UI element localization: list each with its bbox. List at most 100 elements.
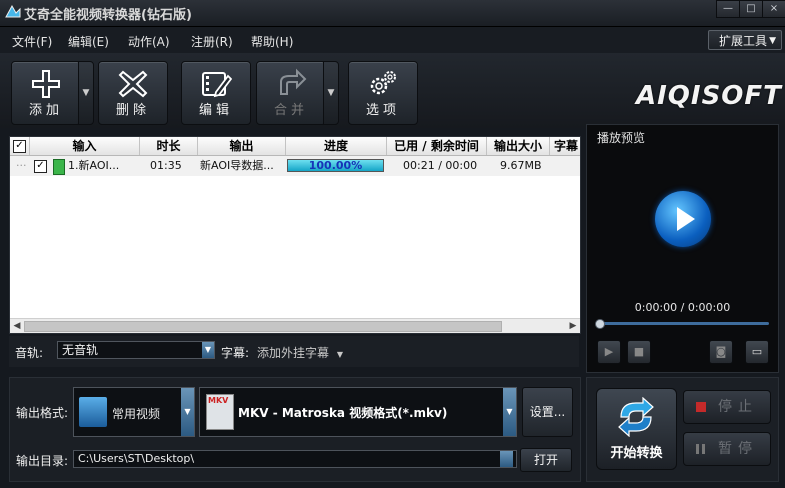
- delete-button[interactable]: 删除: [98, 61, 168, 125]
- close-button[interactable]: ×: [762, 0, 785, 18]
- brand-logo: AIQISOFT: [636, 81, 782, 111]
- menu-help[interactable]: 帮助(H): [251, 33, 293, 50]
- file-list: ✓ 输入 时长 输出 进度 已用 / 剩余时间 输出大小 字幕 ··· ✓ 1.…: [9, 136, 581, 334]
- pause-icon: [696, 444, 699, 454]
- add-label: 添加: [28, 103, 63, 118]
- subtitle-dropdown[interactable]: 添加外挂字幕 ▼: [257, 344, 343, 361]
- control-panel: 开始转换 停止 暂停: [586, 377, 779, 482]
- menu-file[interactable]: 文件(F): [12, 33, 52, 50]
- merge-dropdown-arrow[interactable]: ▼: [323, 61, 339, 125]
- maximize-button[interactable]: □: [739, 0, 763, 18]
- preview-time: 0:00:00 / 0:00:00: [634, 301, 731, 314]
- row-output: 新AOI导数据...: [200, 159, 274, 172]
- select-all-cell[interactable]: ✓: [10, 137, 30, 155]
- col-duration[interactable]: 时长: [140, 137, 198, 155]
- audio-subtitle-bar: 音轨: 无音轨 ▼ 字幕: 添加外挂字幕 ▼: [9, 336, 579, 367]
- scroll-right-icon[interactable]: ▶: [566, 319, 580, 333]
- col-progress[interactable]: 进度: [286, 137, 387, 155]
- add-dropdown-arrow[interactable]: ▼: [78, 61, 94, 125]
- format-category-value: 常用视频: [112, 407, 161, 421]
- output-dir-label: 输出目录:: [16, 454, 69, 468]
- audio-label: 音轨:: [15, 346, 44, 360]
- merge-arrow-icon: [280, 68, 307, 95]
- format-value: MKV - Matroska 视频格式(*.mkv): [238, 406, 448, 420]
- stop-small-icon[interactable]: ■: [627, 340, 651, 364]
- output-dir-value: C:\Users\ST\Desktop\: [78, 452, 195, 465]
- chevron-down-icon[interactable]: ▼: [503, 388, 516, 436]
- gear-icon: [370, 71, 396, 95]
- video-file-icon: [53, 159, 65, 175]
- extension-tools-dropdown[interactable]: 扩展工具 ▼: [708, 30, 782, 50]
- chevron-down-icon[interactable]: ▼: [181, 388, 194, 436]
- delete-label: 删除: [115, 103, 150, 118]
- output-panel: 输出格式: 常用视频 ▼ MKV MKV - Matroska 视频格式(*.m…: [9, 377, 581, 482]
- format-category-select[interactable]: 常用视频 ▼: [73, 387, 195, 437]
- play-icon[interactable]: [655, 191, 711, 247]
- stop-label: 停止: [718, 399, 758, 415]
- extension-tools-label: 扩展工具: [719, 34, 768, 48]
- video-category-icon: [79, 397, 107, 427]
- menu-action[interactable]: 动作(A): [128, 33, 170, 50]
- stop-button[interactable]: 停止: [683, 390, 771, 424]
- stop-icon: [696, 402, 706, 412]
- edit-button[interactable]: 编辑: [181, 61, 251, 125]
- folder-icon[interactable]: ▭: [745, 340, 769, 364]
- chevron-down-icon: ▼: [336, 350, 343, 359]
- row-duration: 01:35: [150, 159, 182, 172]
- table-row[interactable]: ··· ✓ 1.新AOI... 01:35 新AOI导数据... 100.00%…: [10, 156, 580, 176]
- merge-button[interactable]: 合并: [256, 61, 326, 125]
- dir-browse-icon[interactable]: [500, 451, 513, 467]
- window-title: 艾奇全能视频转换器(钻石版): [24, 8, 192, 23]
- col-time[interactable]: 已用 / 剩余时间: [387, 137, 487, 155]
- preview-panel: 播放预览 0:00:00 / 0:00:00 ▶ ■ ◙ ▭: [586, 124, 779, 373]
- pause-label: 暂停: [718, 441, 758, 457]
- mkv-file-icon: MKV: [206, 394, 234, 430]
- col-subtitle[interactable]: 字幕: [550, 137, 580, 155]
- merge-label: 合并: [273, 103, 308, 118]
- menu-register[interactable]: 注册(R): [191, 33, 233, 50]
- play-small-icon[interactable]: ▶: [597, 340, 621, 364]
- delete-x-icon: [118, 70, 148, 98]
- subtitle-label: 字幕:: [221, 346, 250, 360]
- options-label: 选项: [365, 103, 400, 118]
- progress-bar: 100.00%: [287, 159, 384, 172]
- scroll-thumb[interactable]: [24, 321, 502, 332]
- open-folder-button[interactable]: 打开: [520, 448, 572, 472]
- col-input[interactable]: 输入: [30, 137, 140, 155]
- minimize-button[interactable]: —: [716, 0, 740, 18]
- film-edit-icon: [202, 72, 232, 98]
- output-format-label: 输出格式:: [16, 406, 69, 420]
- app-icon: [4, 4, 22, 20]
- edit-label: 编辑: [198, 103, 233, 118]
- scroll-left-icon[interactable]: ◀: [10, 319, 24, 333]
- snapshot-icon[interactable]: ◙: [709, 340, 733, 364]
- horizontal-scrollbar[interactable]: ◀ ▶: [10, 318, 580, 333]
- toolbar: 添加 ▼ 删除 编辑 合并 ▼ 选项 AIQISOFT: [0, 53, 785, 128]
- row-input: 1.新AOI...: [68, 159, 120, 172]
- row-size: 9.67MB: [500, 159, 542, 172]
- settings-button[interactable]: 设置...: [522, 387, 573, 437]
- add-button[interactable]: 添加: [11, 61, 81, 125]
- col-size[interactable]: 输出大小: [487, 137, 550, 155]
- row-checkbox[interactable]: ✓: [34, 160, 47, 173]
- tree-line: ···: [16, 159, 27, 172]
- chevron-down-icon[interactable]: ▼: [202, 342, 214, 358]
- col-output[interactable]: 输出: [198, 137, 286, 155]
- chevron-down-icon: ▼: [769, 36, 776, 46]
- row-time: 00:21 / 00:00: [403, 159, 478, 172]
- start-convert-label: 开始转换: [610, 446, 663, 461]
- preview-title: 播放预览: [597, 131, 646, 145]
- menu-edit[interactable]: 编辑(E): [68, 33, 109, 50]
- plus-icon: [32, 70, 60, 98]
- options-button[interactable]: 选项: [348, 61, 418, 125]
- output-dir-input[interactable]: C:\Users\ST\Desktop\: [73, 450, 517, 468]
- progress-text: 100.00%: [308, 159, 363, 172]
- pause-button[interactable]: 暂停: [683, 432, 771, 466]
- seek-bar[interactable]: [597, 322, 769, 325]
- convert-cycle-icon: [618, 397, 654, 437]
- format-select[interactable]: MKV MKV - Matroska 视频格式(*.mkv) ▼: [199, 387, 517, 437]
- seek-handle[interactable]: [595, 319, 605, 329]
- start-convert-button[interactable]: 开始转换: [596, 388, 677, 470]
- audio-track-select[interactable]: 无音轨 ▼: [57, 341, 215, 359]
- select-all-checkbox[interactable]: ✓: [13, 140, 26, 153]
